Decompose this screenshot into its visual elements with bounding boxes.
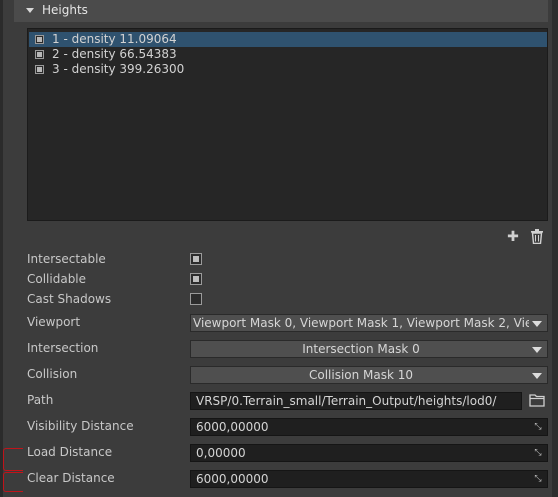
plus-icon[interactable]: ✚	[505, 229, 521, 245]
red-bracket-annotation	[3, 448, 23, 471]
cast-shadows-checkbox[interactable]	[190, 293, 202, 305]
path-value: VRSP/0.Terrain_small/Terrain_Output/heig…	[196, 394, 497, 408]
chevron-down-icon	[532, 373, 542, 379]
section-title: Heights	[42, 3, 88, 17]
item-checkbox[interactable]	[35, 35, 44, 44]
load-distance-value: 0,00000	[196, 446, 246, 460]
chevron-down-icon	[532, 321, 542, 327]
expand-icon[interactable]: ⤡	[533, 448, 543, 458]
trash-icon[interactable]	[529, 229, 545, 245]
visibility-distance-input[interactable]: 6000,00000 ⤡	[190, 418, 548, 436]
cast-shadows-label: Cast Shadows	[27, 292, 112, 306]
list-item-label: 1 - density 11.09064	[52, 32, 177, 46]
list-item-label: 3 - density 399.26300	[52, 62, 185, 76]
scrollbar-track[interactable]	[552, 0, 558, 497]
intersectable-checkbox[interactable]	[190, 253, 202, 265]
chevron-down-icon	[532, 347, 542, 353]
path-input[interactable]: VRSP/0.Terrain_small/Terrain_Output/heig…	[190, 392, 522, 410]
list-item[interactable]: 2 - density 66.54383	[29, 47, 547, 62]
clear-distance-input[interactable]: 6000,00000 ⤡	[190, 470, 548, 488]
intersection-label: Intersection	[27, 341, 99, 355]
intersection-value: Intersection Mask 0	[302, 342, 420, 356]
left-panel-edge	[0, 0, 3, 497]
collision-label: Collision	[27, 367, 78, 381]
viewport-dropdown[interactable]: Viewport Mask 0, Viewport Mask 1, Viewpo…	[190, 314, 548, 332]
item-checkbox[interactable]	[35, 50, 44, 59]
intersectable-label: Intersectable	[27, 252, 106, 266]
visibility-distance-label: Visibility Distance	[27, 419, 134, 433]
heights-section-header[interactable]: Heights	[14, 0, 548, 22]
collision-value: Collision Mask 10	[308, 368, 414, 382]
load-distance-input[interactable]: 0,00000 ⤡	[190, 444, 548, 462]
collidable-label: Collidable	[27, 272, 87, 286]
clear-distance-label: Clear Distance	[27, 471, 115, 485]
viewport-label: Viewport	[27, 315, 81, 329]
collidable-checkbox[interactable]	[190, 273, 202, 285]
red-bracket-annotation	[3, 472, 23, 492]
collision-dropdown[interactable]: Collision Mask 10	[190, 366, 548, 384]
clear-distance-value: 6000,00000	[196, 472, 269, 486]
list-item[interactable]: 3 - density 399.26300	[29, 62, 547, 77]
collapse-triangle-icon[interactable]	[26, 8, 34, 13]
intersection-dropdown[interactable]: Intersection Mask 0	[190, 340, 548, 358]
item-checkbox[interactable]	[35, 65, 44, 74]
visibility-distance-value: 6000,00000	[196, 420, 269, 434]
folder-icon[interactable]	[529, 393, 545, 407]
expand-icon[interactable]: ⤡	[533, 474, 543, 484]
load-distance-label: Load Distance	[27, 445, 113, 459]
list-item-label: 2 - density 66.54383	[52, 47, 177, 61]
expand-icon[interactable]: ⤡	[533, 422, 543, 432]
path-label: Path	[27, 393, 54, 407]
list-item[interactable]: 1 - density 11.09064	[29, 32, 547, 47]
viewport-value: Viewport Mask 0, Viewport Mask 1, Viewpo…	[193, 316, 529, 330]
heights-list[interactable]: 1 - density 11.09064 2 - density 66.5438…	[27, 28, 548, 221]
